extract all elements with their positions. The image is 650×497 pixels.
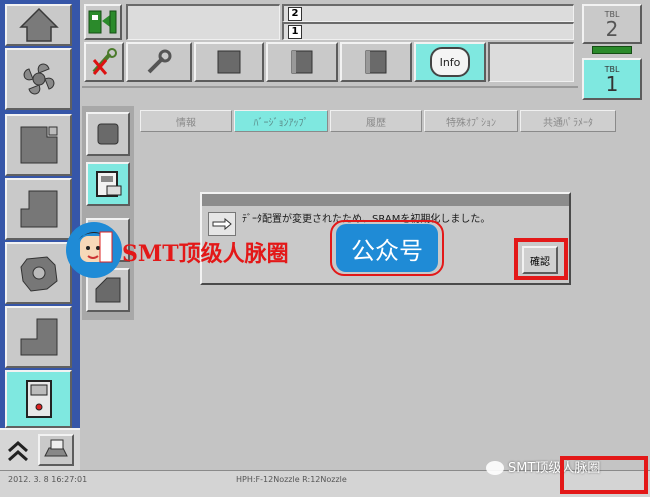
- cartoon-avatar-icon: [67, 223, 121, 277]
- status-field-left: [126, 4, 280, 40]
- tab-version-up[interactable]: ﾊﾞｰｼﾞｮﾝｱｯﾌﾟ: [234, 110, 328, 132]
- tbl-1-number: 1: [605, 71, 619, 96]
- tbl-2-button[interactable]: TBL 2: [582, 4, 642, 44]
- watermark-text: SMT顶级人脉圈: [122, 241, 289, 267]
- info-icon: Info: [430, 47, 470, 77]
- print-button[interactable]: [38, 434, 74, 466]
- status-datetime: 2012. 3. 8 16:27:01: [8, 475, 88, 484]
- toolbar-empty-field: [488, 42, 574, 82]
- sidebar-bottom-bar: [0, 428, 80, 470]
- block-icon: [95, 277, 121, 303]
- block-icon: [20, 318, 57, 356]
- confirm-highlight-frame: [514, 238, 568, 280]
- tbl-1-button[interactable]: TBL 1: [582, 58, 642, 100]
- field-badge-top: 2: [288, 7, 302, 21]
- block-icon: [20, 190, 57, 228]
- sub-menu-square-button[interactable]: [86, 112, 130, 156]
- tab-special-options[interactable]: 特殊ｵﾌﾟｼｮﾝ: [424, 110, 518, 132]
- tool-book-button-2[interactable]: [340, 42, 412, 82]
- home-button[interactable]: [5, 4, 72, 46]
- square-icon: [97, 123, 119, 145]
- cancel-button[interactable]: [84, 42, 124, 82]
- document-icon: [96, 171, 122, 197]
- sub-menu-column: [82, 106, 134, 320]
- double-chevron-up-icon: [8, 440, 28, 462]
- pointing-hand-icon: [212, 217, 232, 231]
- wrench-icon: [147, 49, 172, 74]
- field-badge-bottom: 1: [288, 25, 302, 39]
- tab-common-parameters[interactable]: 共通ﾊﾟﾗﾒｰﾀ: [520, 110, 616, 132]
- signal-button[interactable]: [84, 4, 122, 40]
- tool-book-button-1[interactable]: [266, 42, 338, 82]
- gear-icon: [19, 256, 58, 292]
- book-icon: [365, 50, 387, 74]
- status-highlight-frame: [560, 456, 648, 494]
- signal-green-icon: [88, 10, 117, 34]
- info-label: Info: [439, 55, 461, 69]
- tab-common-parameters-label: 共通ﾊﾟﾗﾒｰﾀ: [543, 117, 593, 129]
- cancel-wrench-icon: [92, 48, 117, 75]
- sub-menu-version-button[interactable]: [86, 162, 130, 206]
- status-nozzle: HPH:F-12Nozzle R:12Nozzle: [236, 475, 347, 484]
- tab-history[interactable]: 履歴: [330, 110, 422, 132]
- tab-info-label: 情報: [176, 117, 196, 129]
- dialog-titlebar: [202, 194, 569, 206]
- sidebar-item-block-2[interactable]: [5, 178, 72, 240]
- book-icon: [291, 50, 313, 74]
- watermark-avatar: [66, 222, 122, 278]
- square-icon: [217, 50, 241, 74]
- sidebar-item-fan[interactable]: [5, 48, 72, 110]
- tab-version-up-label: ﾊﾞｰｼﾞｮﾝｱｯﾌﾟ: [253, 117, 309, 129]
- tool-square-button[interactable]: [194, 42, 264, 82]
- tbl-indicator: [592, 46, 632, 54]
- tab-special-options-label: 特殊ｵﾌﾟｼｮﾝ: [446, 117, 496, 129]
- tool-wrench-button[interactable]: [126, 42, 192, 82]
- sidebar: [0, 0, 80, 470]
- block-icon: [20, 126, 57, 164]
- sidebar-item-machine[interactable]: [5, 370, 72, 428]
- wechat-icon: [486, 461, 504, 475]
- sidebar-item-block-3[interactable]: [5, 306, 72, 368]
- status-field-top: 2: [282, 4, 574, 22]
- printer-icon: [44, 439, 68, 457]
- dialog-icon: [208, 212, 236, 236]
- sidebar-item-gear[interactable]: [5, 242, 72, 304]
- scroll-up-button[interactable]: [4, 436, 32, 466]
- tbl-2-number: 2: [605, 16, 619, 41]
- fan-icon: [23, 63, 54, 95]
- status-field-bottom: 1: [282, 22, 574, 40]
- tab-history-label: 履歴: [366, 117, 386, 129]
- toolbar-divider: [82, 86, 578, 88]
- watermark-badge: 公众号: [336, 224, 438, 272]
- machine-icon: [25, 380, 52, 418]
- tab-info[interactable]: 情報: [140, 110, 232, 132]
- info-button[interactable]: Info: [414, 42, 486, 82]
- sidebar-item-block-1[interactable]: [5, 114, 72, 176]
- home-icon: [18, 7, 59, 42]
